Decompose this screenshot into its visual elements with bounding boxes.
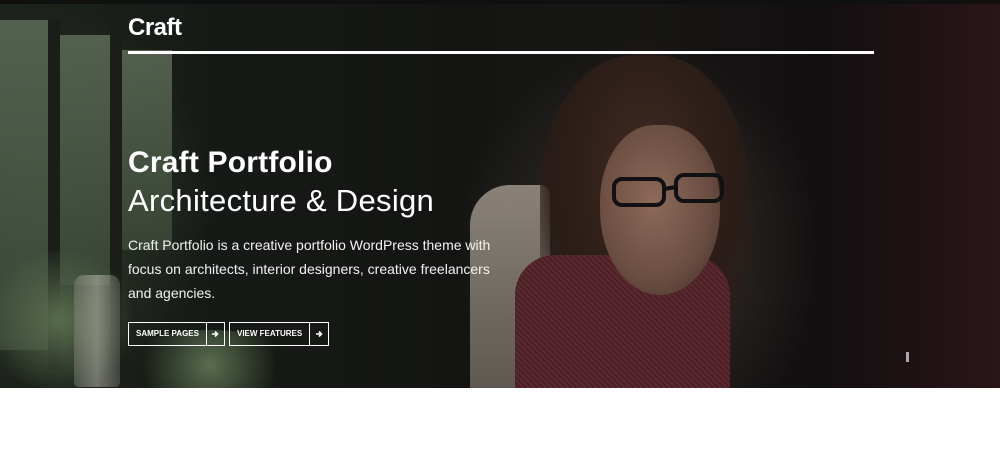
view-features-label: VIEW FEATURES [237, 329, 303, 338]
decorative-dot [906, 352, 909, 362]
top-strip [0, 0, 1000, 4]
arrow-right-icon [309, 323, 328, 345]
site-logo[interactable]: Craft [128, 14, 182, 42]
woman-photo [470, 55, 770, 388]
hero-description: Craft Portfolio is a creative portfolio … [128, 237, 491, 301]
header-divider [128, 51, 874, 54]
sample-pages-button[interactable]: SAMPLE PAGES [128, 322, 225, 346]
hero-banner: Craft Craft Portfolio Architecture & Des… [0, 0, 1000, 388]
bottle-image [74, 275, 120, 387]
hero-subtitle: Architecture & Design [128, 183, 435, 218]
sample-pages-label: SAMPLE PAGES [136, 329, 199, 338]
hero-title: Craft Portfolio [128, 146, 333, 179]
arrow-right-icon [205, 323, 224, 345]
view-features-button[interactable]: VIEW FEATURES [229, 322, 329, 346]
glasses-shape [612, 173, 724, 207]
